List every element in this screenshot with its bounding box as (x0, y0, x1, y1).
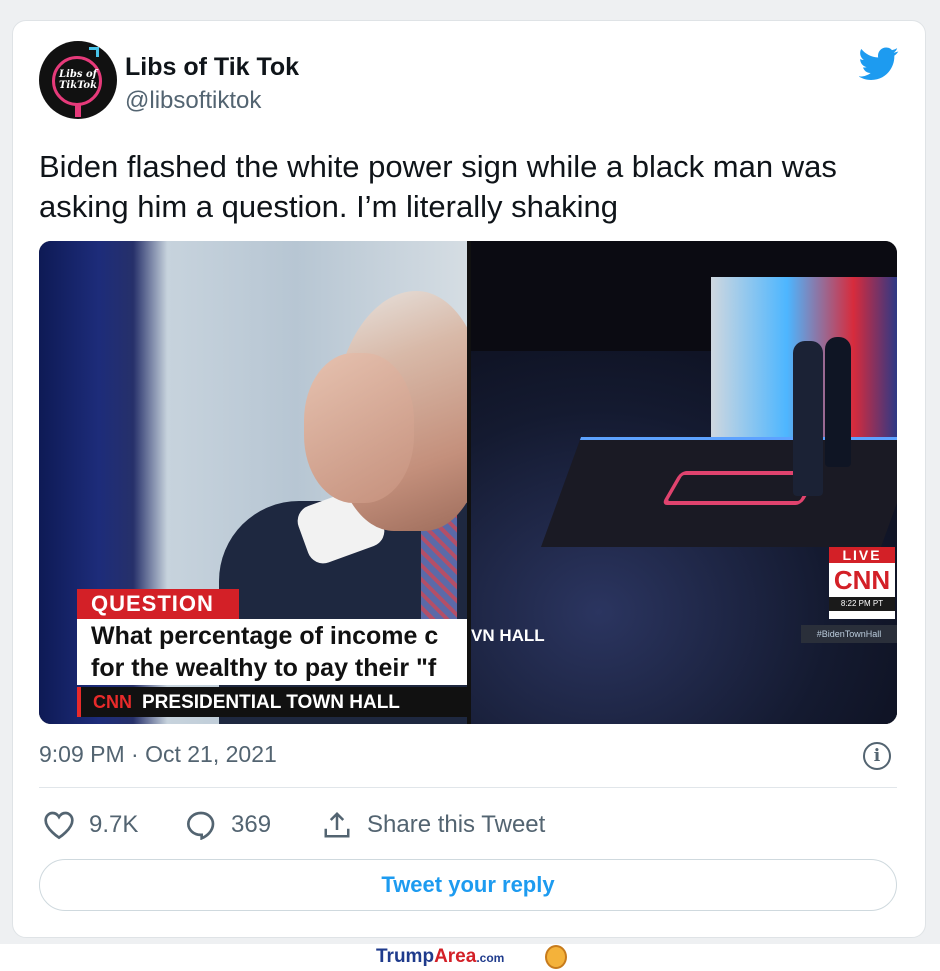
like-button[interactable]: 9.7K (43, 807, 138, 843)
tweet-text-line2: asking him a question. I’m literally sha… (39, 189, 618, 224)
info-icon[interactable]: i (863, 742, 891, 770)
media-right-image[interactable]: LIVE CNN 8:22 PM PT VN HALL #BidenTownHa… (471, 241, 897, 724)
question-line1: What percentage of income c (91, 622, 439, 650)
avatar[interactable]: Libs of TikTok (39, 41, 117, 119)
reply-button[interactable]: 369 (185, 807, 271, 843)
tweet-media[interactable]: QUESTION What percentage of income c for… (39, 241, 897, 724)
share-icon (324, 811, 350, 838)
comment-icon (186, 811, 215, 840)
watermark-brand[interactable]: TrumpArea.com (376, 946, 504, 968)
live-label: LIVE (829, 547, 895, 563)
avatar-logo-text: Libs of TikTok (58, 69, 98, 91)
heart-icon (44, 811, 74, 840)
cnn-logo: CNN (77, 687, 132, 717)
broadcast-time: 8:22 PM PT (829, 597, 895, 611)
tweet-card: Libs of TikTok Libs of Tik Tok @libsofti… (12, 20, 926, 938)
live-badge: LIVE CNN 8:22 PM PT (829, 547, 895, 619)
stage-person-2 (825, 337, 851, 467)
brand-part3: .com (476, 951, 505, 965)
speaker-hand (304, 353, 414, 503)
hall-fragment: VN HALL (471, 626, 545, 645)
tweet-timestamp[interactable]: 9:09 PM · Oct 21, 2021 (39, 741, 277, 768)
mascot-face-icon (545, 945, 567, 969)
divider (39, 787, 897, 788)
brand-part1: Trump (376, 946, 435, 967)
question-line2: for the wealthy to pay their "f (91, 654, 437, 682)
display-name[interactable]: Libs of Tik Tok (125, 53, 299, 82)
question-tag: QUESTION (77, 589, 239, 619)
cnn-bug: CNN (833, 565, 891, 595)
avatar-arrow (89, 47, 99, 57)
action-bar: 9.7K 369 Share this Tweet (39, 807, 897, 843)
tweet-text: Biden flashed the white power sign while… (39, 147, 909, 227)
hashtag-bar: #BidenTownHall (801, 625, 897, 643)
program-title: PRESIDENTIAL TOWN HALL (142, 692, 400, 713)
tweet-reply-button[interactable]: Tweet your reply (39, 859, 897, 911)
question-box: What percentage of income c for the weal… (77, 619, 467, 685)
share-button[interactable]: Share this Tweet (321, 807, 545, 843)
watermark-footer: TrumpArea.com (0, 944, 940, 971)
like-count: 9.7K (89, 811, 139, 838)
share-label: Share this Tweet (367, 811, 546, 838)
twitter-bird-icon[interactable] (859, 47, 899, 81)
stage-person-1 (793, 341, 823, 496)
tweet-text-line1: Biden flashed the white power sign while… (39, 149, 837, 184)
avatar-cross (75, 105, 81, 117)
brand-part2: Area (434, 946, 477, 967)
user-handle[interactable]: @libsoftiktok (125, 87, 261, 115)
reply-count: 369 (231, 811, 272, 838)
media-left-image[interactable]: QUESTION What percentage of income c for… (39, 241, 467, 724)
program-bar: CNN PRESIDENTIAL TOWN HALL (77, 687, 467, 717)
